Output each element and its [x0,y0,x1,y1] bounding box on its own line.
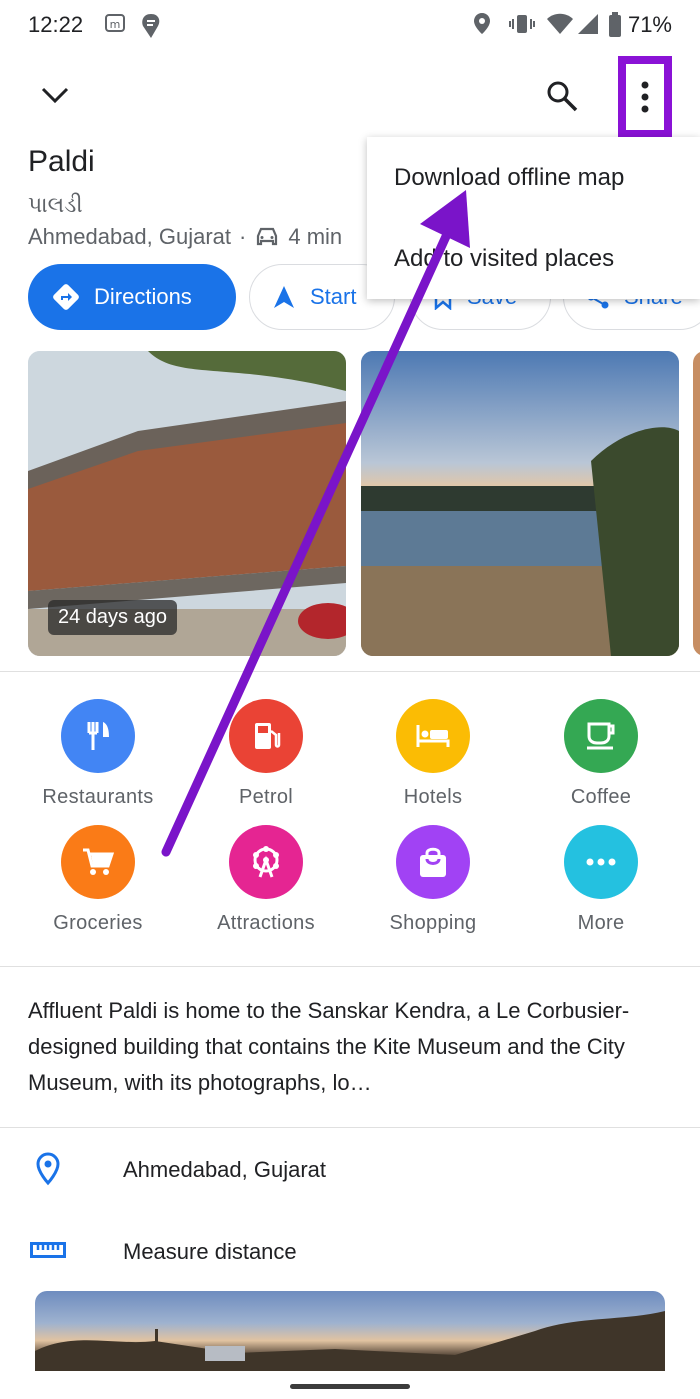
place-title: Paldi [28,145,95,178]
status-time: 12:22 [28,12,84,37]
category-label: Attractions [217,912,315,934]
photo-age-badge: 24 days ago [48,600,177,635]
cart-icon [61,825,135,899]
section-divider [0,966,700,967]
category-label: Petrol [238,786,294,808]
more-vert-icon [641,81,649,113]
category-restaurants[interactable]: Restaurants [14,699,182,809]
hotel-icon [396,699,470,773]
signal-icon [576,12,600,41]
street-view-photo[interactable] [35,1291,665,1371]
wifi-icon [546,12,574,41]
navigation-arrow-icon [274,286,294,308]
category-attractions[interactable]: Attractions [182,825,350,935]
photo-lake[interactable] [361,351,679,656]
vibrate-icon [508,12,536,41]
start-label: Start [310,284,357,309]
home-indicator [290,1384,410,1389]
directions-icon [53,284,79,310]
status-bar: 12:22 m 71% [0,0,700,52]
notification-m-icon: m [104,12,126,39]
category-label: Coffee [570,786,632,808]
category-label: Restaurants [42,786,154,808]
more-horiz-icon [564,825,638,899]
category-label: Hotels [403,786,463,808]
category-shopping[interactable]: Shopping [349,825,517,935]
measure-distance-text: Measure distance [123,1239,297,1264]
battery-percent: 71% [627,12,672,37]
category-label: More [577,912,625,934]
category-more[interactable]: More [517,825,685,935]
place-description[interactable]: Affluent Paldi is home to the Sanskar Ke… [28,993,668,1101]
location-pin-icon [36,1152,60,1186]
restaurant-icon [61,699,135,773]
more-options-button[interactable] [618,56,672,138]
section-divider [0,671,700,672]
collapse-button[interactable] [34,74,76,116]
lake-photo-illustration [361,351,679,656]
svg-text:m: m [110,18,121,31]
gas-station-icon [229,699,303,773]
swiggy-icon [138,12,164,45]
car-icon [257,227,278,246]
section-divider [0,1127,700,1128]
ferris-wheel-icon [229,825,303,899]
directions-button[interactable]: Directions [28,264,236,330]
place-location: Ahmedabad, Gujarat [28,224,232,249]
category-label: Shopping [389,912,477,934]
photo-more-preview[interactable] [693,351,700,656]
search-button[interactable] [540,74,584,118]
menu-item-download-offline-map[interactable]: Download offline map [394,164,624,192]
address-text: Ahmedabad, Gujarat [123,1157,327,1182]
category-coffee[interactable]: Coffee [517,699,685,809]
address-row[interactable]: Ahmedabad, Gujarat [0,1140,700,1202]
ruler-icon [30,1242,66,1258]
place-local-name: પાલડી [28,192,83,217]
coffee-icon [564,699,638,773]
category-groceries[interactable]: Groceries [14,825,182,935]
category-label: Groceries [53,912,143,934]
street-photo-illustration [35,1311,665,1371]
menu-item-add-to-visited-places[interactable]: Add to visited places [394,245,614,273]
shopping-bag-icon [396,825,470,899]
drive-time: 4 min [288,224,343,249]
chevron-down-icon [41,87,69,104]
location-status-icon [472,12,492,41]
overflow-menu: Download offline map Add to visited plac… [367,137,700,299]
category-petrol[interactable]: Petrol [182,699,350,809]
measure-distance-row[interactable]: Measure distance [0,1222,700,1284]
place-summary: Ahmedabad, Gujarat · 4 min [28,224,342,250]
category-hotels[interactable]: Hotels [349,699,517,809]
battery-icon [608,12,622,43]
directions-label: Directions [94,284,192,309]
search-icon [547,81,578,112]
separator-dot: · [239,224,247,249]
